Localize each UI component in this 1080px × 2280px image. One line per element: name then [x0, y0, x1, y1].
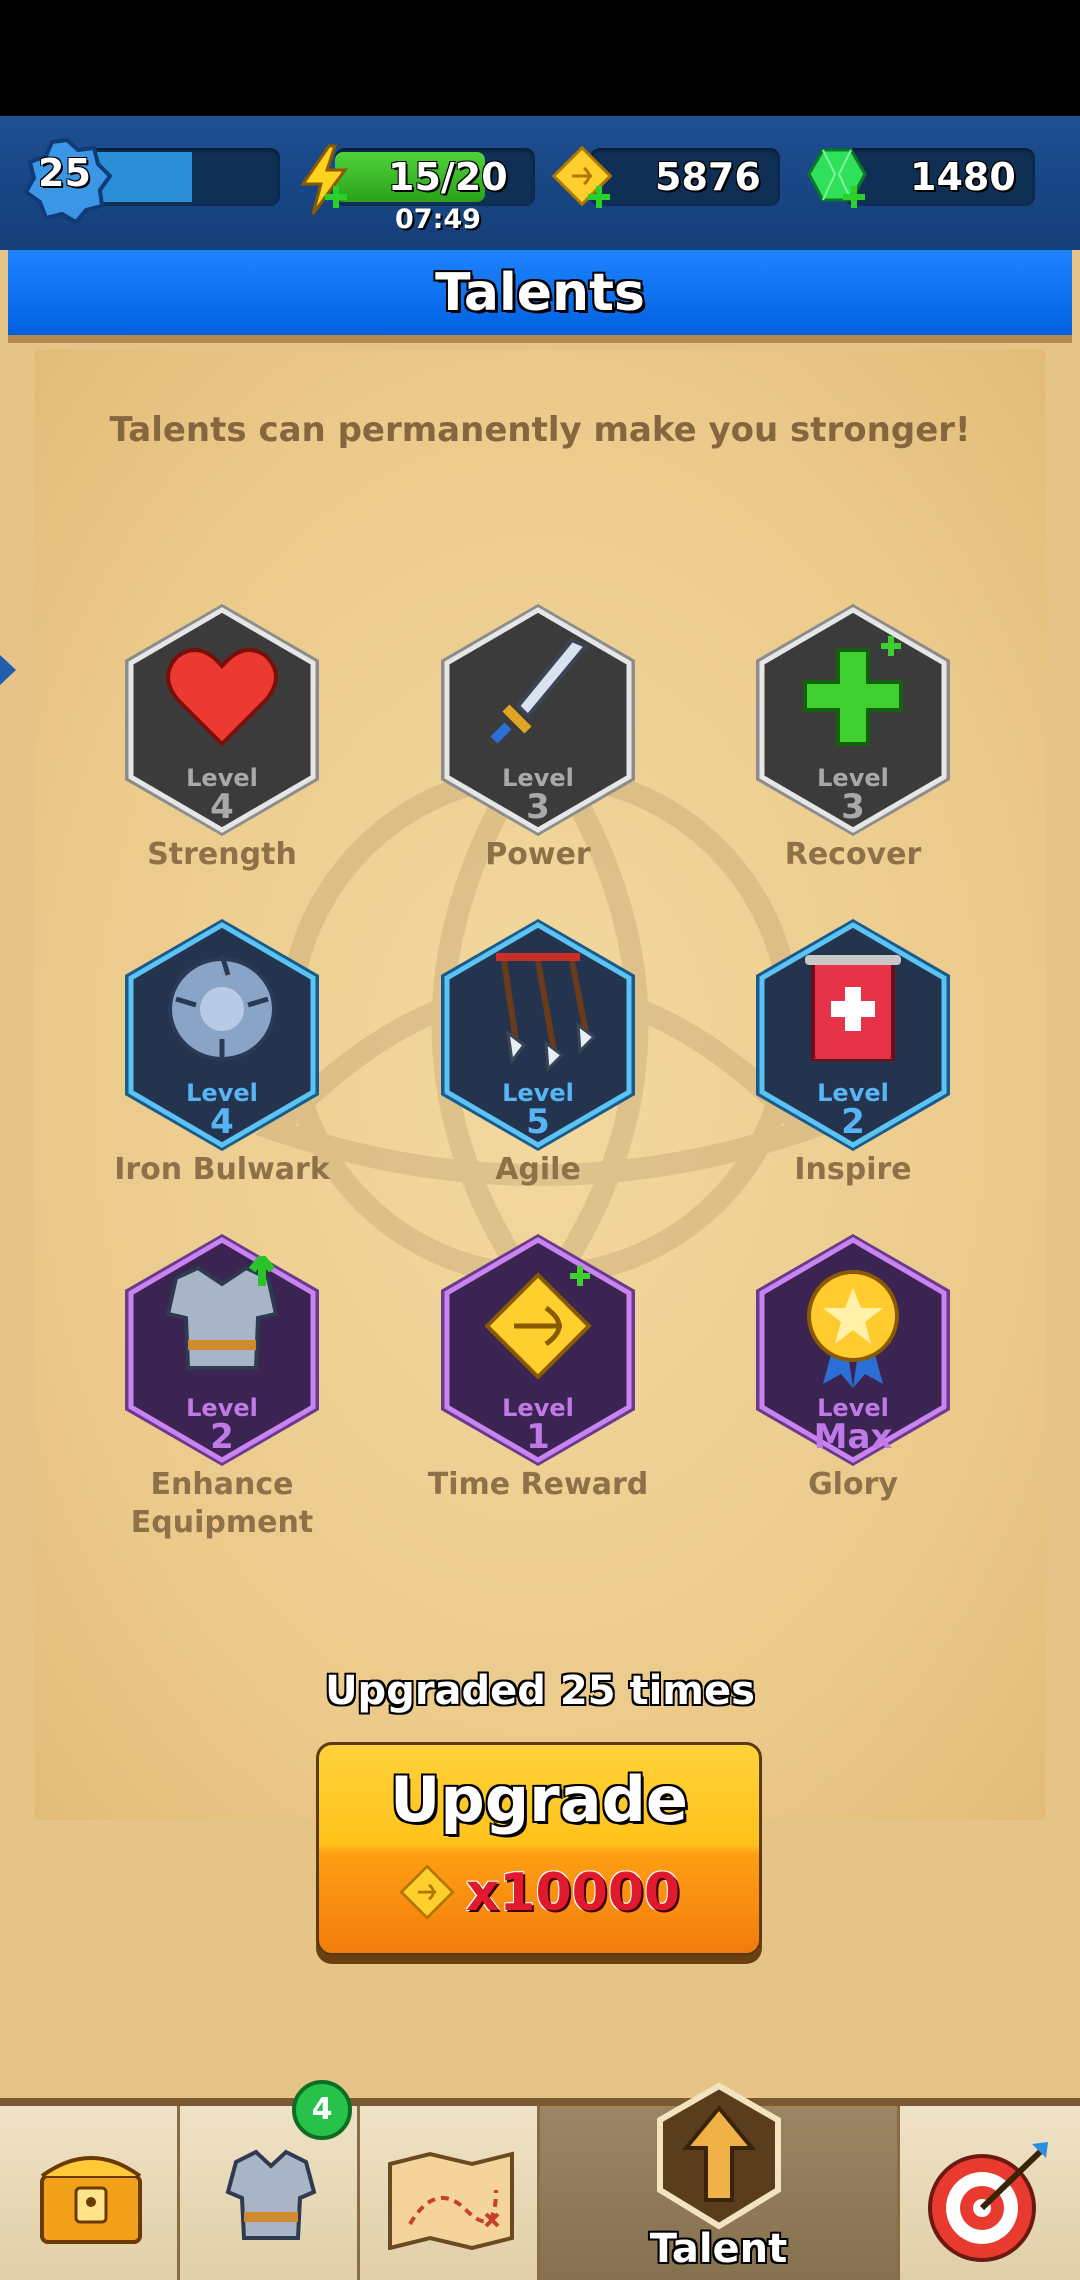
arrow-up-icon: [657, 2082, 781, 2230]
nav-challenge[interactable]: [900, 2106, 1080, 2280]
medal-icon: [807, 1270, 899, 1388]
talent-name: Power: [485, 837, 591, 872]
upgrade-cost: x10000: [319, 1863, 759, 1923]
resource-bar: 25 15/20 07:49 5876 1480: [0, 116, 1080, 250]
heart-icon: [166, 647, 278, 747]
status-bar: [0, 0, 1080, 116]
talent-name: Inspire: [794, 1152, 912, 1187]
talent-level-value: 3: [526, 787, 550, 827]
talent-name: Strength: [147, 837, 297, 872]
talent-name: Enhance Equipment: [130, 1467, 314, 1540]
talent-name: Iron Bulwark: [114, 1152, 330, 1187]
talent-name: Glory: [808, 1467, 898, 1502]
gold-coin-plus-icon[interactable]: [550, 144, 616, 210]
talent-level-value: 1: [526, 1417, 550, 1457]
subtitle: Talents can permanently make you stronge…: [109, 410, 971, 450]
player-level: 25: [38, 151, 91, 195]
upgrade-button-label: Upgrade: [390, 1763, 688, 1836]
nav-shop[interactable]: [0, 2106, 180, 2280]
armor-icon: [165, 1256, 279, 1370]
talent-name: Agile: [495, 1152, 581, 1187]
gem-count: 1480: [910, 155, 1016, 199]
banner-icon: [805, 955, 901, 1061]
talent-level-value: 5: [526, 1102, 550, 1142]
energy-timer: 07:49: [395, 204, 481, 235]
arrows-icon: [496, 953, 597, 1073]
talent-level-value: 4: [210, 1102, 234, 1142]
talent-level-value: 2: [841, 1102, 865, 1142]
map-icon: [388, 2151, 514, 2250]
nav-map[interactable]: [360, 2106, 540, 2280]
equipment-notification-badge: 4: [292, 2080, 352, 2140]
page-title: Talents: [435, 262, 645, 323]
upgrade-cost-value: x10000: [465, 1863, 681, 1923]
talent-level-value: 3: [841, 787, 865, 827]
talent-level-value: 4: [210, 787, 234, 827]
plus-icon: [803, 636, 903, 746]
treasure-chest-icon: [40, 2156, 142, 2244]
sword-icon: [490, 637, 590, 744]
side-arrow-icon[interactable]: [0, 655, 16, 685]
gem-plus-icon[interactable]: [805, 144, 871, 210]
shield-icon: [168, 954, 276, 1061]
upgrade-count-text: Upgraded 25 times: [325, 1668, 755, 1714]
talent-level-value: Max: [813, 1417, 893, 1457]
armor-icon: [225, 2149, 317, 2240]
bottom-nav: Talent: [0, 2082, 1080, 2280]
gold-coin-icon: [399, 1864, 455, 1920]
gold-coin-icon: [484, 1266, 592, 1380]
title-bar: Talents: [8, 250, 1072, 343]
upgrade-button[interactable]: Upgrade x10000: [316, 1742, 762, 1956]
target-icon: [928, 2142, 1048, 2262]
talent-name: Time Reward: [427, 1467, 649, 1502]
nav-talent[interactable]: Talent: [540, 2082, 900, 2280]
lightning-plus-icon[interactable]: [295, 144, 353, 216]
energy-count: 15/20: [388, 155, 508, 199]
talent-name: Recover: [784, 837, 922, 872]
gold-count: 5876: [655, 155, 761, 199]
talent-level-value: 2: [210, 1417, 234, 1457]
nav-talent-label: Talent: [649, 2226, 788, 2272]
